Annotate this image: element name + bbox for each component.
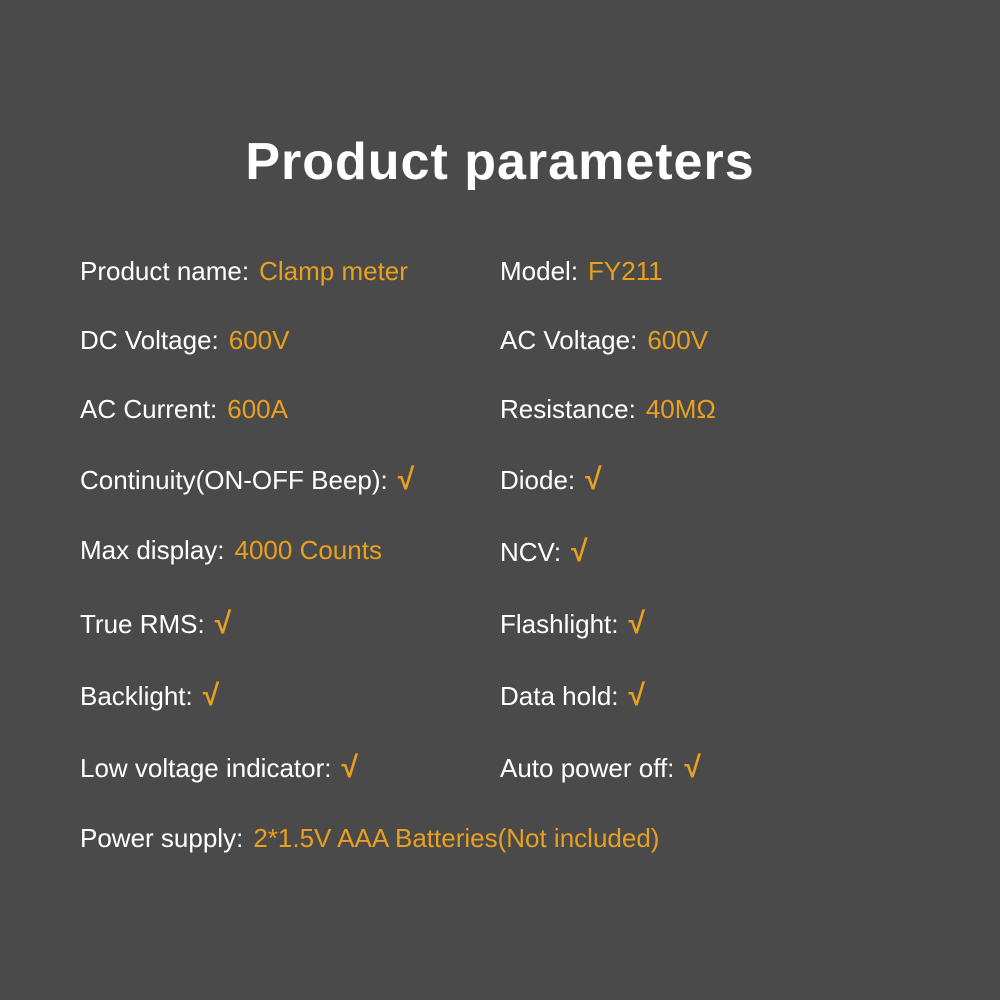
- label-resistance: Resistance:: [500, 394, 636, 425]
- value-model: FY211: [588, 256, 663, 287]
- value-flashlight: √: [629, 607, 645, 641]
- label-continuity: Continuity(ON-OFF Beep):: [80, 465, 388, 496]
- value-backlight: √: [203, 679, 219, 713]
- param-row-ac-current: AC Current: 600A: [80, 380, 500, 439]
- value-dc-voltage: 600V: [229, 325, 290, 356]
- value-ncv: √: [571, 535, 587, 569]
- value-data-hold: √: [629, 679, 645, 713]
- label-true-rms: True RMS:: [80, 609, 205, 640]
- param-row-dc-voltage: DC Voltage: 600V: [80, 311, 500, 370]
- param-row-flashlight: Flashlight: √: [500, 593, 920, 655]
- label-diode: Diode:: [500, 465, 575, 496]
- label-low-voltage: Low voltage indicator:: [80, 753, 331, 784]
- param-row-product-name: Product name: Clamp meter: [80, 242, 500, 301]
- param-row-model: Model: FY211: [500, 242, 920, 301]
- label-ac-current: AC Current:: [80, 394, 217, 425]
- value-auto-power: √: [684, 751, 700, 785]
- value-true-rms: √: [215, 607, 231, 641]
- value-max-display: 4000 Counts: [235, 535, 382, 566]
- label-model: Model:: [500, 256, 578, 287]
- param-row-low-voltage: Low voltage indicator: √: [80, 737, 500, 799]
- value-resistance: 40MΩ: [646, 394, 716, 425]
- param-row-resistance: Resistance: 40MΩ: [500, 380, 920, 439]
- param-row-ac-voltage: AC Voltage: 600V: [500, 311, 920, 370]
- param-row-data-hold: Data hold: √: [500, 665, 920, 727]
- label-flashlight: Flashlight:: [500, 609, 619, 640]
- param-row-backlight: Backlight: √: [80, 665, 500, 727]
- param-row-true-rms: True RMS: √: [80, 593, 500, 655]
- label-ncv: NCV:: [500, 537, 561, 568]
- param-row-auto-power: Auto power off: √: [500, 737, 920, 799]
- param-row-max-display: Max display: 4000 Counts: [80, 521, 500, 583]
- value-ac-current: 600A: [227, 394, 288, 425]
- value-ac-voltage: 600V: [647, 325, 708, 356]
- value-low-voltage: √: [341, 751, 357, 785]
- label-power-supply: Power supply:: [80, 823, 243, 854]
- page-title: Product parameters: [80, 132, 920, 192]
- label-backlight: Backlight:: [80, 681, 193, 712]
- param-row-continuity: Continuity(ON-OFF Beep): √: [80, 449, 500, 511]
- label-ac-voltage: AC Voltage:: [500, 325, 637, 356]
- value-power-supply: 2*1.5V AAA Batteries(Not included): [253, 823, 659, 854]
- label-data-hold: Data hold:: [500, 681, 619, 712]
- param-row-diode: Diode: √: [500, 449, 920, 511]
- value-product-name: Clamp meter: [259, 256, 408, 287]
- label-product-name: Product name:: [80, 256, 249, 287]
- value-continuity: √: [398, 463, 414, 497]
- value-diode: √: [585, 463, 601, 497]
- main-container: Product parameters Product name: Clamp m…: [20, 92, 980, 908]
- label-dc-voltage: DC Voltage:: [80, 325, 219, 356]
- label-max-display: Max display:: [80, 535, 225, 566]
- param-row-ncv: NCV: √: [500, 521, 920, 583]
- params-grid: Product name: Clamp meter Model: FY211 D…: [80, 242, 920, 868]
- param-row-power-supply: Power supply: 2*1.5V AAA Batteries(Not i…: [80, 809, 920, 868]
- label-auto-power: Auto power off:: [500, 753, 674, 784]
